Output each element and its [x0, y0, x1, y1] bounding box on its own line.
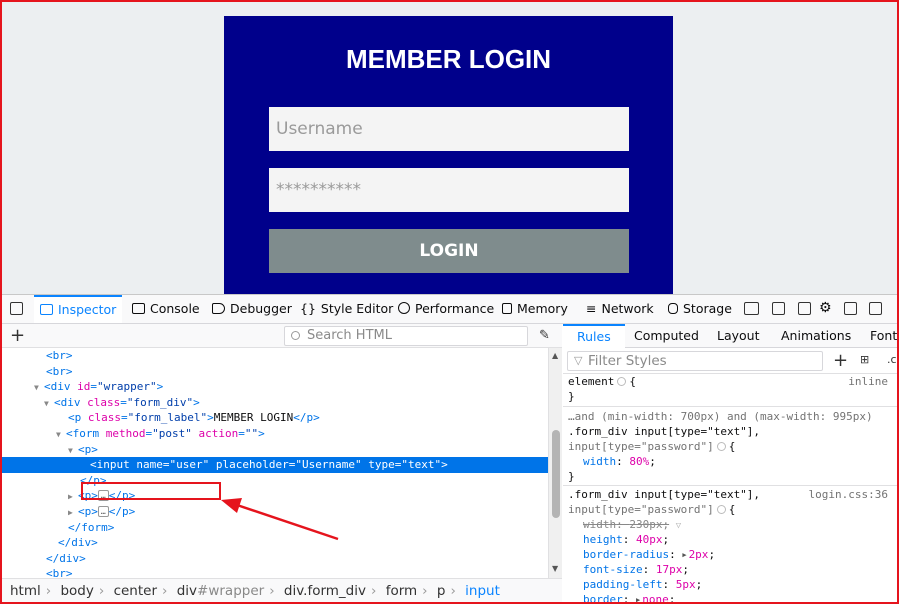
- annotation-arrow: [221, 498, 339, 541]
- rule-selector[interactable]: .form_div input[type="text"],: [568, 424, 760, 439]
- rule-source-link[interactable]: login.css:36: [809, 487, 888, 502]
- tab-storage[interactable]: Storage: [668, 295, 732, 323]
- cls-icon[interactable]: .c: [887, 353, 897, 366]
- tab-memory[interactable]: Memory: [502, 295, 568, 323]
- tab-rules[interactable]: Rules: [563, 324, 625, 348]
- tab-fonts[interactable]: Fonts: [870, 324, 897, 348]
- inspector-icon: [40, 304, 53, 315]
- rule-declaration[interactable]: border-radius: ▶ 2px;: [568, 547, 715, 562]
- rule-selector[interactable]: input[type="password"]{: [568, 502, 735, 517]
- filter-icon: ▽: [574, 354, 583, 367]
- dock-icon[interactable]: [844, 302, 857, 315]
- tab-console[interactable]: Console: [132, 295, 200, 323]
- filter-styles-input[interactable]: ▽ Filter Styles: [567, 351, 823, 371]
- tab-inspector[interactable]: Inspector: [34, 295, 123, 323]
- devtools-panel: Inspector Console Debugger {} Style Edito…: [2, 294, 897, 603]
- gear-icon[interactable]: ⚙: [819, 300, 832, 316]
- rule-declaration[interactable]: width: 80%;: [568, 454, 656, 469]
- markup-panel: + Search HTML ✎ <br> <br> ▼ <div id="wrap…: [2, 324, 562, 603]
- login-button[interactable]: LOGIN: [269, 229, 629, 273]
- add-rule-icon[interactable]: +: [833, 350, 848, 371]
- media-query: …and (min-width: 700px) and (max-width: …: [568, 410, 873, 423]
- rule-declaration[interactable]: padding-left: 5px;: [568, 577, 702, 592]
- login-box: MEMBER LOGIN LOGIN: [224, 16, 673, 294]
- console-icon: [132, 303, 145, 314]
- screenshot-icon[interactable]: [772, 302, 785, 315]
- rules-list: element{ inline } …and (min-width: 700px…: [563, 374, 897, 603]
- devtools-tabbar: Inspector Console Debugger {} Style Edito…: [2, 295, 897, 324]
- rules-tabbar: Rules Computed Layout Animations Fonts: [563, 324, 897, 348]
- debugger-icon: [212, 303, 225, 314]
- tab-debugger[interactable]: Debugger: [212, 295, 292, 323]
- popout-icon[interactable]: [869, 302, 882, 315]
- rule-declaration[interactable]: height: 40px;: [568, 532, 669, 547]
- rule-selector[interactable]: input[type="password"]{: [568, 439, 735, 454]
- responsive-design-icon[interactable]: [744, 302, 759, 315]
- rule-element[interactable]: element{ inline: [568, 374, 892, 389]
- pick-element-icon[interactable]: [10, 302, 23, 315]
- tab-performance[interactable]: Performance: [398, 295, 494, 323]
- rules-panel: Rules Computed Layout Animations Fonts ▽…: [563, 324, 897, 603]
- storage-icon: [668, 303, 678, 314]
- toggle-pseudo-icon[interactable]: ⊞: [860, 353, 869, 366]
- tab-animations[interactable]: Animations: [781, 324, 851, 348]
- rule-selector[interactable]: .form_div input[type="text"], login.css:3…: [568, 487, 892, 502]
- network-icon: ≡: [586, 301, 597, 316]
- tab-computed[interactable]: Computed: [634, 324, 699, 348]
- tab-style-editor[interactable]: {} Style Editor: [300, 295, 393, 323]
- username-input[interactable]: [269, 107, 629, 151]
- web-page: MEMBER LOGIN LOGIN: [2, 2, 897, 294]
- tab-layout[interactable]: Layout: [717, 324, 760, 348]
- rule-declaration[interactable]: font-size: 17px;: [568, 562, 689, 577]
- performance-icon: [398, 302, 410, 314]
- style-editor-icon: {}: [300, 301, 316, 316]
- login-title: MEMBER LOGIN: [345, 44, 552, 74]
- rules-filter-bar: ▽ Filter Styles + ⊞ .c: [563, 348, 897, 374]
- rule-declaration[interactable]: border: ▶ none;: [568, 592, 675, 603]
- memory-icon: [502, 303, 512, 314]
- password-input[interactable]: [269, 168, 629, 212]
- tab-network[interactable]: ≡ Network: [586, 295, 654, 323]
- rule-declaration[interactable]: width: 230px; ▽: [568, 517, 681, 532]
- console-split-icon[interactable]: [798, 302, 811, 315]
